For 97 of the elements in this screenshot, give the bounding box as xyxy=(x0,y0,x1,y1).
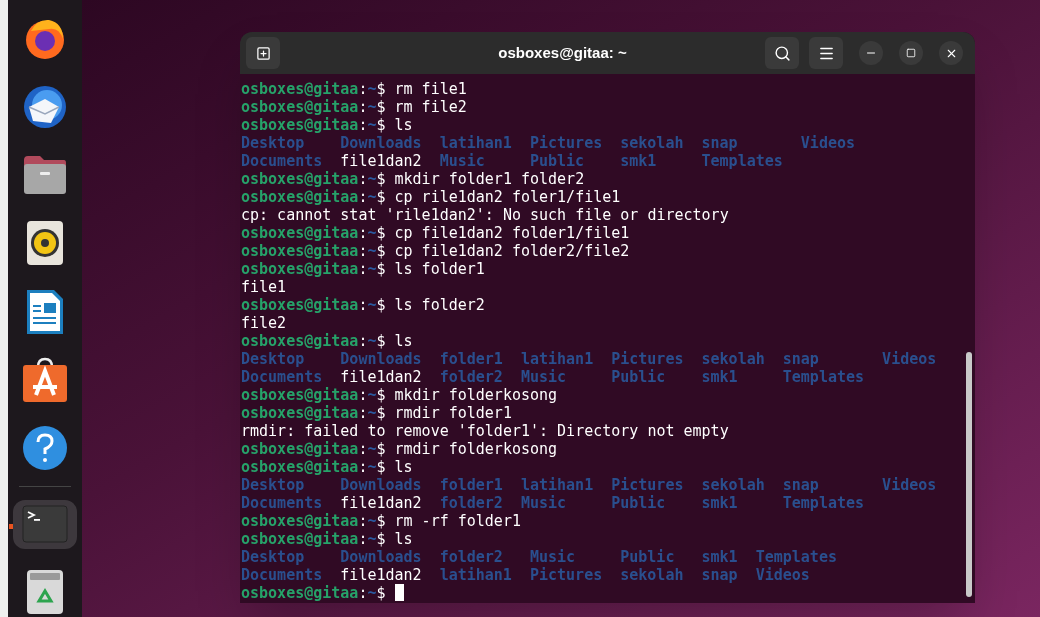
prompt-line: osboxes@gitaa:~$ rmdir folderkosong xyxy=(241,440,559,458)
prompt-line: osboxes@gitaa:~$ rm file2 xyxy=(241,98,468,116)
directory-name: Downloads xyxy=(340,548,422,566)
terminal-icon xyxy=(22,505,68,544)
directory-name: Documents xyxy=(241,152,323,170)
directory-name: Desktop xyxy=(241,134,305,152)
directory-name: Public xyxy=(611,368,666,386)
minimize-button[interactable] xyxy=(859,41,883,65)
directory-name: folder2 xyxy=(439,548,503,566)
directory-name: Videos xyxy=(800,134,856,152)
directory-name: Pictures xyxy=(529,566,603,584)
window-title: osboxes@gitaa: ~ xyxy=(497,42,628,63)
directory-name: sekolah xyxy=(620,134,684,152)
directory-name: folder2 xyxy=(439,494,503,512)
new-tab-icon xyxy=(255,45,271,61)
directory-name: latihan1 xyxy=(439,134,512,152)
menu-button[interactable] xyxy=(809,37,843,69)
prompt-line: osboxes@gitaa:~$ ls folder2 xyxy=(241,296,486,314)
directory-name: Templates xyxy=(701,152,783,170)
directory-name: Pictures xyxy=(529,134,603,152)
directory-name: latihan1 xyxy=(520,350,594,368)
prompt-line: osboxes@gitaa:~$ xyxy=(241,584,963,602)
speaker-icon xyxy=(26,220,64,267)
prompt-line: osboxes@gitaa:~$ ls xyxy=(241,116,414,134)
prompt-line: osboxes@gitaa:~$ rm file1 xyxy=(241,80,468,98)
prompt-line: osboxes@gitaa:~$ rm -rf folder1 xyxy=(241,512,522,530)
directory-name: Public xyxy=(620,548,675,566)
directory-name: Music xyxy=(520,494,567,512)
output-line: cp: cannot stat 'rile1dan2': No such file or directory xyxy=(241,206,729,224)
output-line: rmdir: failed to remove 'folder1': Directory not empty xyxy=(241,422,729,440)
directory-name: smk1 xyxy=(620,152,657,170)
directory-name: Desktop xyxy=(241,350,305,368)
directory-name: snap xyxy=(782,350,819,368)
folder-icon xyxy=(22,154,68,197)
directory-name: Templates xyxy=(755,548,837,566)
output-line: file2 xyxy=(241,314,287,332)
prompt-line: osboxes@gitaa:~$ cp rile1dan2 foler1/file1 xyxy=(241,188,622,206)
directory-name: Downloads xyxy=(340,350,422,368)
prompt-line: osboxes@gitaa:~$ cp file1dan2 folder1/file1 xyxy=(241,224,631,242)
prompt-line: osboxes@gitaa:~$ rmdir folder1 xyxy=(241,404,513,422)
directory-name: Pictures xyxy=(611,350,684,368)
file-name: file1dan2 xyxy=(340,566,422,584)
prompt-line: osboxes@gitaa:~$ mkdir folderkosong xyxy=(241,386,559,404)
directory-name: Videos xyxy=(882,476,937,494)
help-icon xyxy=(22,425,68,471)
directory-name: smk1 xyxy=(701,548,738,566)
directory-name: sekolah xyxy=(701,476,765,494)
directory-name: Videos xyxy=(882,350,937,368)
prompt-line: osboxes@gitaa:~$ ls xyxy=(241,458,414,476)
document-icon xyxy=(26,288,64,335)
prompt-line: osboxes@gitaa:~$ ls xyxy=(241,530,414,548)
maximize-button[interactable] xyxy=(899,41,923,65)
close-button[interactable] xyxy=(939,41,963,65)
directory-name: Templates xyxy=(782,494,865,512)
prompt-line: osboxes@gitaa:~$ cp file1dan2 folder2/file2 xyxy=(241,242,631,260)
directory-name: latihan1 xyxy=(439,566,512,584)
running-indicator xyxy=(9,523,13,529)
directory-name: folder1 xyxy=(439,476,503,494)
search-icon xyxy=(773,44,791,62)
directory-name: Music xyxy=(520,368,567,386)
shopping-bag-icon xyxy=(22,356,68,403)
directory-name: smk1 xyxy=(701,368,738,386)
directory-name: Documents xyxy=(241,368,323,386)
directory-name: sekolah xyxy=(620,566,684,584)
directory-name: Documents xyxy=(241,566,323,584)
directory-name: Desktop xyxy=(241,548,305,566)
directory-name: Desktop xyxy=(241,476,305,494)
directory-name: snap xyxy=(782,476,819,494)
file-name: file1dan2 xyxy=(340,152,422,170)
directory-name: Templates xyxy=(782,368,865,386)
directory-name: Public xyxy=(611,494,666,512)
prompt-line: osboxes@gitaa:~$ ls folder1 xyxy=(241,260,486,278)
directory-name: Public xyxy=(529,152,585,170)
search-button[interactable] xyxy=(765,37,799,69)
maximize-icon xyxy=(906,48,916,58)
file-name: file1dan2 xyxy=(340,494,422,512)
directory-name: latihan1 xyxy=(520,476,594,494)
directory-name: Pictures xyxy=(611,476,684,494)
trash-icon xyxy=(26,569,64,616)
directory-name: folder1 xyxy=(439,350,503,368)
file-name: file1dan2 xyxy=(340,368,422,386)
directory-name: folder2 xyxy=(439,368,503,386)
new-tab-button[interactable] xyxy=(246,37,280,69)
directory-name: snap xyxy=(701,566,738,584)
directory-name: smk1 xyxy=(701,494,738,512)
directory-name: snap xyxy=(701,134,738,152)
directory-name: Music xyxy=(529,548,576,566)
directory-name: Downloads xyxy=(340,476,422,494)
scrollbar-thumb[interactable] xyxy=(966,352,972,597)
prompt-line: osboxes@gitaa:~$ mkdir folder1 folder2 xyxy=(241,170,586,188)
directory-name: sekolah xyxy=(701,350,765,368)
directory-name: Documents xyxy=(241,494,323,512)
prompt-line: osboxes@gitaa:~$ ls xyxy=(241,332,414,350)
output-line: file1 xyxy=(241,278,287,296)
directory-name: Videos xyxy=(755,566,810,584)
directory-name: Music xyxy=(439,152,485,170)
directory-name: Downloads xyxy=(340,134,422,152)
